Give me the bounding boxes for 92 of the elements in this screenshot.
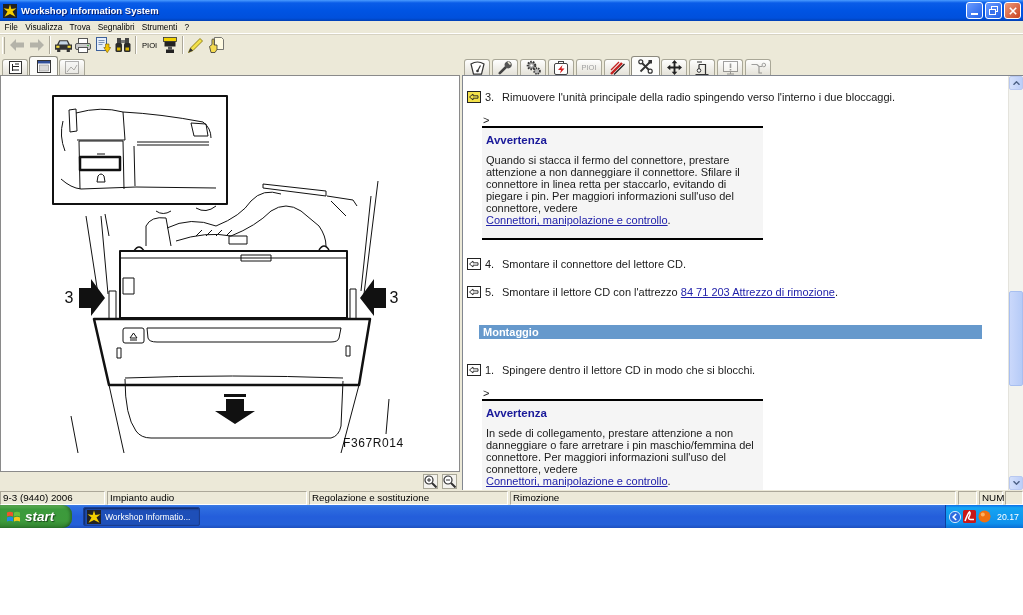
tab[interactable] — [689, 59, 715, 75]
clock: 20.17 — [997, 511, 1019, 522]
status-pane — [1005, 491, 1023, 505]
minimize-icon — [971, 13, 978, 15]
step-text: Smontare il lettore CD con l'attrezzo 84 71 203 Attrezzo di rimozione. — [502, 285, 838, 299]
hand-document-button[interactable] — [206, 35, 227, 55]
link[interactable]: Connettori, manipolazione e controllo — [486, 214, 668, 226]
starburst-icon — [87, 509, 101, 524]
chevron-down-icon — [1012, 481, 1020, 485]
printer-icon — [75, 37, 91, 53]
starburst-icon — [3, 3, 17, 18]
arrow-box-icon[interactable] — [467, 286, 481, 298]
minimize-button[interactable] — [966, 2, 983, 19]
scrollbar-thumb[interactable] — [1009, 291, 1023, 386]
window-icon — [36, 59, 51, 73]
menu-item[interactable]: Trova — [65, 21, 95, 33]
step-number: 5. — [485, 285, 496, 299]
link[interactable]: 84 71 203 Attrezzo di rimozione — [680, 286, 835, 298]
left-arrow-icon — [10, 39, 24, 51]
marker-text: > — [483, 387, 490, 399]
menu-item[interactable]: ? — [180, 21, 193, 33]
swoosh-icon[interactable] — [963, 510, 976, 523]
car-icon — [54, 38, 72, 52]
menu-item[interactable]: File — [1, 21, 22, 33]
section-heading: Montaggio — [479, 325, 982, 339]
zoom-out-icon — [443, 474, 456, 488]
status-text: Impianto audio — [107, 491, 307, 505]
print-button[interactable] — [73, 35, 93, 55]
callout-number: 3 — [389, 289, 399, 306]
vertical-scrollbar[interactable] — [1008, 76, 1023, 490]
tab[interactable] — [548, 59, 574, 75]
step-number: 1. — [485, 363, 496, 377]
menu-item[interactable]: Segnalibri — [94, 21, 139, 33]
link[interactable]: Connettori, manipolazione e controllo — [486, 475, 668, 487]
download-button[interactable] — [93, 35, 113, 55]
binoculars-button[interactable] — [113, 35, 133, 55]
chevron-up-icon — [1012, 81, 1020, 85]
picture-icon — [65, 61, 79, 74]
stamp-icon — [163, 37, 178, 53]
marker-text: > — [483, 114, 490, 126]
menu-item[interactable]: Strumenti — [138, 21, 181, 33]
zoom-out-button[interactable] — [442, 473, 457, 489]
status-pane — [958, 491, 977, 505]
striped-brush-icon — [609, 60, 625, 75]
tab[interactable] — [604, 59, 630, 75]
arrow-box-icon[interactable] — [467, 258, 481, 270]
scroll-down-button[interactable] — [1009, 476, 1023, 490]
windows-flag-icon — [7, 510, 20, 523]
step-text: Rimuovere l'unità principale della radio spingendo verso l'interno i due bloccaggi. — [502, 90, 896, 104]
callout-number: 3 — [64, 289, 74, 306]
tab[interactable] — [2, 59, 28, 75]
zoom-in-icon — [424, 474, 437, 488]
pipe-fitting-icon — [750, 61, 766, 74]
tab[interactable] — [631, 56, 660, 75]
restore-icon — [989, 6, 998, 15]
taskbar-button[interactable]: Workshop Informatio... — [83, 507, 200, 526]
window-title: Workshop Information System — [21, 5, 159, 16]
arrow-box-icon[interactable] — [467, 364, 481, 376]
tab[interactable] — [661, 59, 687, 75]
figure-code: F367R014 — [343, 436, 404, 450]
status-text: 9-3 (9440) 2006 — [0, 491, 105, 505]
move-arrows-icon — [666, 60, 682, 75]
warning-heading: Avvertenza — [486, 406, 547, 420]
step-number: 3. — [485, 90, 496, 104]
tab[interactable] — [464, 59, 490, 75]
step-text: Smontare il connettore del lettore CD. — [502, 257, 687, 271]
close-icon — [1008, 6, 1017, 15]
close-button[interactable] — [1004, 2, 1021, 19]
zoom-in-button[interactable] — [423, 473, 438, 489]
step-text: Spingere dentro il lettore CD in modo che si blocchi. — [502, 363, 756, 377]
show-hidden-icons-button[interactable] — [949, 510, 961, 523]
restore-button[interactable] — [985, 2, 1002, 19]
binoculars-icon — [115, 38, 131, 52]
chevron-left-icon — [949, 510, 961, 523]
menu-item[interactable]: Visualizza — [21, 21, 66, 33]
pencil-icon — [188, 37, 205, 53]
step-number: 4. — [485, 257, 496, 271]
hand-document-icon — [208, 37, 224, 53]
arrow-box-icon[interactable] — [467, 91, 481, 103]
tab[interactable] — [520, 59, 546, 75]
status-text: Rimozione — [510, 491, 956, 505]
warning-text: In sede di collegamento, prestare attenzione a non danneggiare o fare arretrare i pin maschio/femmina del connettore. Per maggiori informazioni sull'uso del connettore, vedere Connettori, manipolazione e controllo. — [486, 427, 755, 487]
start-button[interactable]: start — [0, 505, 72, 528]
scroll-up-button[interactable] — [1009, 76, 1023, 90]
warning-text: Quando si stacca il fermo del connettore, prestare attenzione a non danneggiare il connettore. Sfilare il connettore in linea retta per staccarlo, evitando di piegare i pin. Per maggiori informazioni sull'uso del connettore, vedere Connettori, manipolazione e controllo. — [486, 154, 741, 226]
wrench-icon — [498, 60, 512, 75]
right-arrow-icon — [30, 39, 44, 51]
tab[interactable] — [29, 56, 58, 75]
tab[interactable] — [492, 59, 518, 75]
warning-heading: Avvertenza — [486, 133, 547, 147]
status-text: Regolazione e sostituzione — [309, 491, 508, 505]
document-download-icon — [95, 37, 111, 53]
